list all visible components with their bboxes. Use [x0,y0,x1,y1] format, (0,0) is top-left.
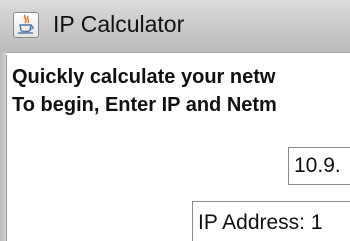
ip-address-input[interactable]: 10.9. [288,147,350,185]
intro-line-2: To begin, Enter IP and Netm [12,94,277,116]
intro-text: Quickly calculate your netw To begin, En… [12,63,277,119]
intro-line-1: Quickly calculate your netw [12,66,276,88]
window-title: IP Calculator [53,11,185,37]
java-coffee-cup-icon [18,14,34,34]
java-app-icon[interactable] [13,12,39,38]
results-panel: IP Address: 1 [192,201,350,241]
window-titlebar[interactable]: IP Calculator [0,0,350,53]
result-ip-address: IP Address: 1 [198,211,323,234]
main-panel: Quickly calculate your netw To begin, En… [6,55,350,241]
